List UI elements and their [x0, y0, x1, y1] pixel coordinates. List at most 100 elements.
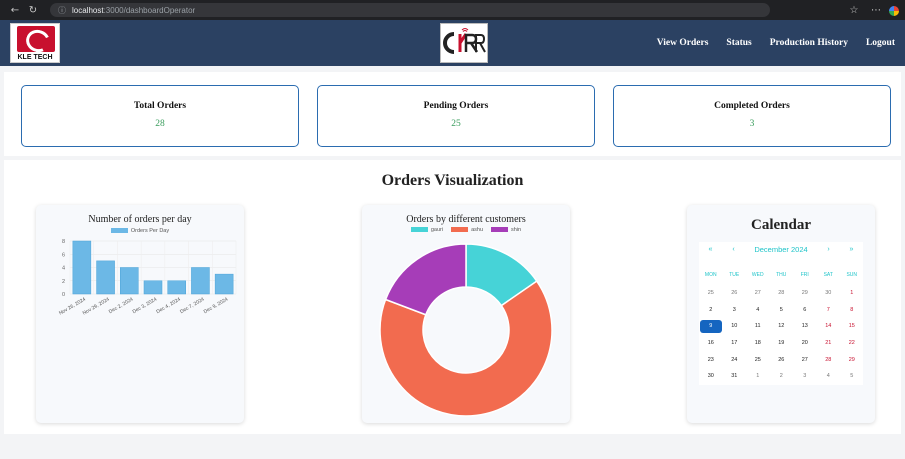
nav-status[interactable]: Status: [726, 38, 751, 48]
calendar-day[interactable]: 24: [723, 357, 747, 363]
stat-value: 3: [749, 119, 755, 129]
bar-chart: 02468Nov 26, 2024Nov 29, 2024Dec 2, 2024…: [58, 239, 237, 317]
kle-tech-logo[interactable]: KLE TECH: [10, 23, 60, 63]
profile-icon[interactable]: [889, 5, 899, 16]
calendar-day[interactable]: 25: [699, 290, 723, 296]
bar-chart-title: Number of orders per day: [88, 214, 192, 225]
reload-icon[interactable]: ↻: [24, 5, 42, 16]
calendar-day[interactable]: 29: [840, 357, 864, 363]
calendar-days: 25 26 27 28 29 30 1 2 3 4 5 6 7 8 9 10 11 12 13 14 15 16 17 18 1…: [699, 285, 863, 385]
calendar-weekdays: MON TUE WED THU FRI SAT SUN: [699, 265, 863, 285]
calendar-day[interactable]: 27: [793, 357, 817, 363]
main-nav: View Orders Status Production History Lo…: [657, 20, 895, 66]
calendar-day[interactable]: 19: [770, 340, 794, 346]
calendar-day[interactable]: 4: [746, 307, 770, 313]
calendar-day[interactable]: 30: [817, 290, 841, 296]
calendar-day[interactable]: 20: [793, 340, 817, 346]
calendar-panel: Calendar « ‹ December 2024 › » MON TUE WED…: [687, 205, 875, 423]
menu-icon[interactable]: ⋯: [867, 5, 885, 16]
calendar-day[interactable]: 4: [817, 373, 841, 379]
calendar-navigation: « ‹ December 2024 › »: [699, 242, 863, 256]
stat-value: 25: [451, 119, 461, 129]
url-path: :3000/dashboardOperator: [103, 5, 196, 15]
calendar-day[interactable]: 23: [699, 357, 723, 363]
calendar-title: Calendar: [751, 217, 811, 233]
calendar-day[interactable]: 15: [840, 323, 864, 329]
calendar-day[interactable]: 25: [746, 357, 770, 363]
calendar-day[interactable]: 5: [770, 307, 794, 313]
stat-title: Completed Orders: [714, 101, 790, 111]
weekday-label: FRI: [800, 272, 809, 278]
calendar-day[interactable]: 22: [840, 340, 864, 346]
legend-swatch: [410, 227, 428, 233]
calendar-day[interactable]: 1: [840, 290, 864, 296]
calendar-day[interactable]: 5: [840, 373, 864, 379]
calendar-day[interactable]: 9: [700, 319, 722, 333]
star-icon[interactable]: ☆: [845, 5, 863, 16]
y-tick-label: 8: [62, 239, 65, 245]
nav-view-orders[interactable]: View Orders: [657, 38, 709, 48]
calendar-day[interactable]: 31: [723, 373, 747, 379]
calendar-day[interactable]: 29: [793, 290, 817, 296]
completed-orders-card: Completed Orders 3: [613, 85, 891, 147]
weekday-label: WED: [751, 272, 764, 278]
bar-chart-panel: Number of orders per day Orders Per Day …: [36, 205, 244, 423]
prev-month-button[interactable]: ‹: [722, 246, 745, 253]
donut-chart-title: Orders by different customers: [406, 214, 526, 225]
calendar-day[interactable]: 6: [793, 307, 817, 313]
calendar-day[interactable]: 26: [770, 357, 794, 363]
weekday-label: MON: [704, 272, 717, 278]
calendar-day[interactable]: 3: [793, 373, 817, 379]
bar: [120, 267, 139, 295]
calendar-day[interactable]: 18: [746, 340, 770, 346]
y-tick-label: 4: [62, 266, 65, 272]
calendar-day[interactable]: 28: [817, 357, 841, 363]
next-month-button[interactable]: ›: [817, 246, 840, 253]
back-icon[interactable]: ←: [6, 5, 24, 16]
y-tick-label: 2: [62, 279, 65, 285]
calendar-day[interactable]: 27: [746, 290, 770, 296]
calendar-day[interactable]: 16: [699, 340, 723, 346]
info-icon[interactable]: ⓘ: [58, 5, 66, 16]
bar: [143, 280, 163, 295]
calendar-month-label[interactable]: December 2024: [745, 245, 817, 254]
kle-logo-text: KLE TECH: [17, 54, 53, 61]
calendar-day[interactable]: 28: [770, 290, 794, 296]
calendar-day[interactable]: 1: [746, 373, 770, 379]
next-year-button[interactable]: »: [840, 246, 863, 253]
calendar-day[interactable]: 10: [723, 323, 747, 329]
stats-section: Total Orders 28 Pending Orders 25 Comple…: [4, 72, 901, 156]
url-host: localhost: [72, 5, 104, 15]
browser-toolbar: ← ↻ ⓘ localhost:3000/dashboardOperator ☆…: [0, 0, 905, 20]
calendar-day[interactable]: 7: [817, 307, 841, 313]
prev-year-button[interactable]: «: [699, 246, 722, 253]
calendar-day[interactable]: 8: [840, 307, 864, 313]
calendar-day[interactable]: 2: [699, 307, 723, 313]
bar: [214, 273, 234, 295]
calendar-day[interactable]: 13: [793, 323, 817, 329]
x-tick-label: Dec 9, 2024: [203, 296, 230, 315]
x-tick-label: Dec 4, 2024: [155, 296, 182, 315]
stat-title: Total Orders: [133, 101, 187, 111]
app-header: KLE TECH View Orders Status Production H…: [0, 20, 905, 66]
calendar-day[interactable]: 21: [817, 340, 841, 346]
calendar-day[interactable]: 11: [746, 323, 770, 329]
calendar-day[interactable]: 17: [723, 340, 747, 346]
x-tick-label: Dec 7, 2024: [179, 296, 206, 315]
bar: [72, 240, 92, 295]
weekday-label: SUN: [846, 272, 858, 278]
calendar-day[interactable]: 12: [770, 323, 794, 329]
stat-value: 28: [155, 119, 165, 129]
legend-swatch: [491, 227, 509, 233]
address-bar[interactable]: ⓘ localhost:3000/dashboardOperator: [50, 3, 770, 17]
center-logo: [440, 23, 488, 63]
calendar-day[interactable]: 3: [723, 307, 747, 313]
nav-production-history[interactable]: Production History: [770, 38, 848, 48]
total-orders-card: Total Orders 28: [21, 85, 299, 147]
nav-logout[interactable]: Logout: [866, 38, 895, 48]
calendar-day[interactable]: 26: [723, 290, 747, 296]
calendar-day[interactable]: 2: [770, 373, 794, 379]
calendar-day[interactable]: 14: [817, 323, 841, 329]
calendar-day[interactable]: 30: [699, 373, 723, 379]
x-tick-label: Dec 2, 2024: [108, 296, 135, 315]
